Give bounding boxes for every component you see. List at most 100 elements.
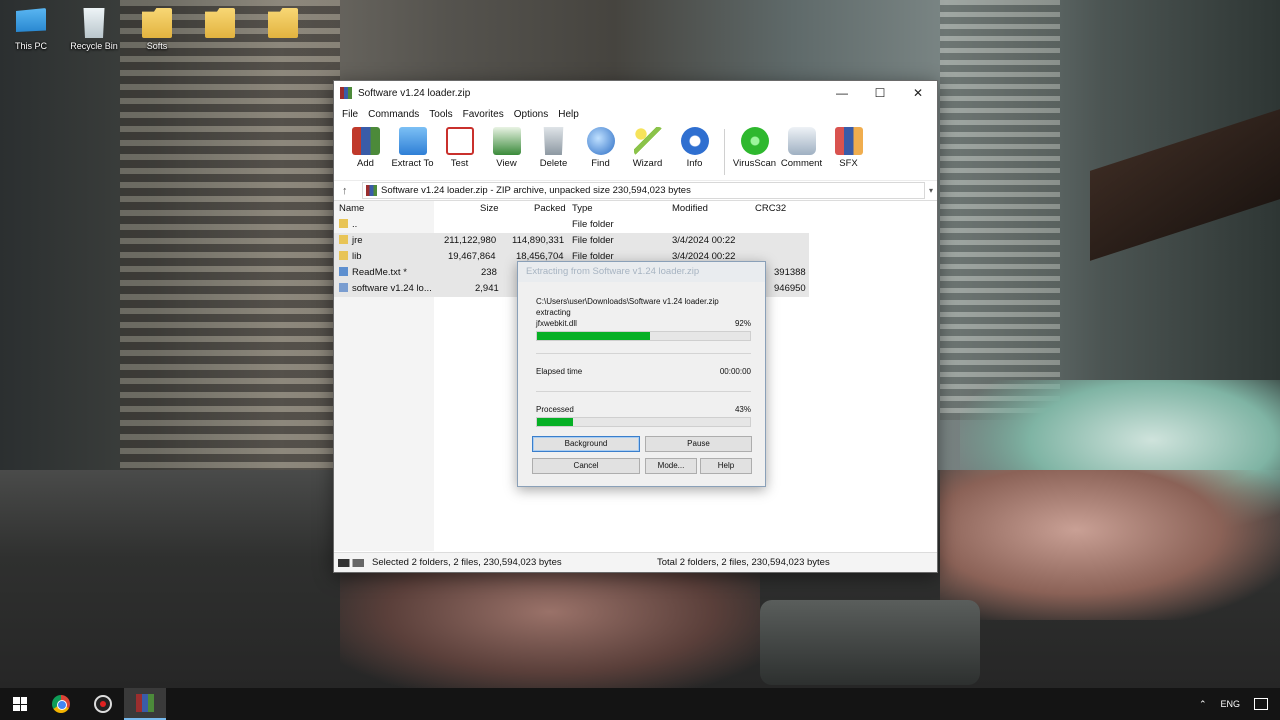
menu-options[interactable]: Options xyxy=(509,109,553,120)
chevron-down-icon[interactable]: ▾ xyxy=(925,186,937,195)
drive-icon[interactable] xyxy=(338,558,364,567)
address-field[interactable]: Software v1.24 loader.zip - ZIP archive,… xyxy=(362,182,925,199)
file-row-jre[interactable]: jre 211,122,980 114,890,331 File folder … xyxy=(334,233,809,249)
column-header-type[interactable]: Type xyxy=(572,203,593,214)
menu-commands[interactable]: Commands xyxy=(363,109,424,120)
tray-overflow-icon[interactable]: ⌃ xyxy=(1199,699,1207,710)
wallpaper-blinds xyxy=(120,0,340,470)
view-label: View xyxy=(496,158,517,169)
file-progress-fill xyxy=(537,332,650,340)
sfx-icon xyxy=(834,127,863,155)
column-header-name[interactable]: Name xyxy=(339,203,364,214)
desktop-icon-folder[interactable] xyxy=(192,8,248,41)
wizard-button[interactable]: Wizard xyxy=(624,127,671,169)
this-pc-icon xyxy=(16,8,46,32)
menu-tools[interactable]: Tools xyxy=(424,109,457,120)
close-button[interactable]: ✕ xyxy=(899,81,937,105)
mode-button[interactable]: Mode... xyxy=(645,458,697,474)
winrar-app-icon xyxy=(340,87,352,99)
info-icon xyxy=(680,127,709,155)
virusscan-button[interactable]: VirusScan xyxy=(731,127,778,169)
menu-favorites[interactable]: Favorites xyxy=(458,109,509,120)
help-button[interactable]: Help xyxy=(700,458,752,474)
up-arrow-icon[interactable]: ↑ xyxy=(342,185,362,197)
elapsed-line: Elapsed time 00:00:00 xyxy=(536,366,751,377)
file-name-cell: ReadMe.txt * xyxy=(339,267,407,278)
column-header-crc32[interactable]: CRC32 xyxy=(755,203,786,214)
column-header-size[interactable]: Size xyxy=(480,203,498,214)
comment-icon xyxy=(787,127,816,155)
screen-recorder-icon xyxy=(94,695,112,713)
minimize-button[interactable]: — xyxy=(823,81,861,105)
address-text: Software v1.24 loader.zip - ZIP archive,… xyxy=(381,185,691,196)
view-button[interactable]: View xyxy=(483,127,530,169)
archive-icon xyxy=(366,185,377,196)
extract-progress-dialog[interactable]: Extracting from Software v1.24 loader.zi… xyxy=(517,261,766,487)
desktop-icon-this-pc[interactable]: This PC xyxy=(3,8,59,51)
file-packed-cell: 114,890,331 xyxy=(512,235,565,246)
wallpaper-person xyxy=(340,560,760,690)
menu-bar: File Commands Tools Favorites Options He… xyxy=(334,105,937,123)
column-header-modified[interactable]: Modified xyxy=(672,203,708,214)
wallpaper-camera xyxy=(760,600,980,685)
test-button[interactable]: Test xyxy=(436,127,483,169)
folder-icon xyxy=(339,235,348,244)
desktop-icon-label: Recycle Bin xyxy=(70,41,118,51)
divider xyxy=(536,353,751,354)
folder-icon xyxy=(339,219,348,228)
file-size-cell: 19,467,864 xyxy=(448,251,496,262)
delete-button[interactable]: Delete xyxy=(530,127,577,169)
file-name-cell: .. xyxy=(339,219,357,230)
info-button[interactable]: Info xyxy=(671,127,718,169)
desktop-icon-softs[interactable]: Softs xyxy=(129,8,185,51)
elapsed-value: 00:00:00 xyxy=(719,367,751,376)
file-size-cell: 238 xyxy=(481,267,497,278)
add-button[interactable]: Add xyxy=(342,127,389,169)
recycle-bin-icon xyxy=(83,8,105,38)
notification-icon[interactable] xyxy=(1254,698,1268,710)
menu-file[interactable]: File xyxy=(337,109,363,120)
find-button[interactable]: Find xyxy=(577,127,624,169)
column-header-packed[interactable]: Packed xyxy=(534,203,566,214)
taskbar-chrome[interactable] xyxy=(40,688,82,720)
file-list-header: Name Size Packed Type Modified CRC32 xyxy=(334,201,937,217)
folder-icon xyxy=(339,251,348,260)
file-crc-cell: 946950 xyxy=(774,283,806,294)
taskbar-recorder[interactable] xyxy=(82,688,124,720)
extract-to-button[interactable]: Extract To xyxy=(389,127,436,169)
status-selected: Selected 2 folders, 2 files, 230,594,023… xyxy=(372,557,562,568)
folder-icon xyxy=(142,8,172,38)
address-bar: ↑ Software v1.24 loader.zip - ZIP archiv… xyxy=(334,181,937,201)
sfx-button[interactable]: SFX xyxy=(825,127,872,169)
virusscan-icon xyxy=(740,127,769,155)
menu-help[interactable]: Help xyxy=(553,109,584,120)
file-percent: 92% xyxy=(734,319,751,328)
folder-icon xyxy=(205,8,235,38)
text-file-icon xyxy=(339,267,348,276)
pause-button[interactable]: Pause xyxy=(645,436,752,452)
system-tray: ⌃ ENG xyxy=(1199,698,1280,710)
language-indicator[interactable]: ENG xyxy=(1220,699,1240,709)
window-title: Software v1.24 loader.zip xyxy=(358,87,471,99)
background-button[interactable]: Background xyxy=(532,436,640,452)
desktop-icon-label: This PC xyxy=(14,41,47,51)
find-icon xyxy=(586,127,615,155)
file-row-parent[interactable]: .. File folder xyxy=(334,217,809,233)
cancel-button[interactable]: Cancel xyxy=(532,458,640,474)
processed-progress-bar xyxy=(536,417,751,427)
file-crc-cell: 391388 xyxy=(774,267,806,278)
add-label: Add xyxy=(357,158,374,169)
processed-percent: 43% xyxy=(734,405,751,414)
title-bar[interactable]: Software v1.24 loader.zip — ☐ ✕ xyxy=(334,81,937,105)
start-button[interactable] xyxy=(0,688,40,720)
desktop-icon-folder[interactable] xyxy=(255,8,311,41)
windows-logo-icon xyxy=(13,697,27,711)
chrome-icon xyxy=(52,695,70,713)
desktop-icon-recycle-bin[interactable]: Recycle Bin xyxy=(66,8,122,51)
file-name-cell: jre xyxy=(339,235,363,246)
comment-button[interactable]: Comment xyxy=(778,127,825,169)
archive-path: C:\Users\user\Downloads\Software v1.24 l… xyxy=(536,297,719,306)
maximize-button[interactable]: ☐ xyxy=(861,81,899,105)
taskbar-winrar[interactable] xyxy=(124,688,166,720)
wallpaper-blanket xyxy=(940,470,1280,620)
